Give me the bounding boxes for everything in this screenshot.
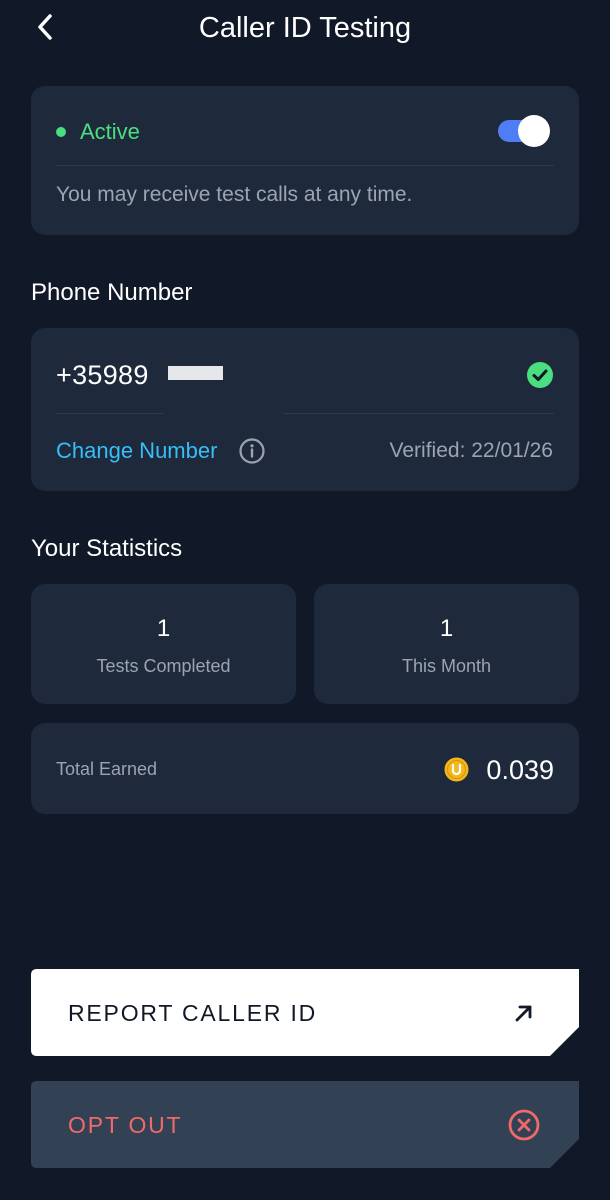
change-number-link[interactable]: Change Number bbox=[56, 437, 217, 465]
info-icon[interactable] bbox=[238, 437, 266, 465]
coin-icon bbox=[444, 757, 469, 782]
total-earned-value: 0.039 bbox=[486, 755, 554, 785]
statistics-section-title: Your Statistics bbox=[31, 535, 183, 562]
verified-date: Verified: 22/01/26 bbox=[389, 439, 553, 462]
opt-out-button[interactable]: OPT OUT bbox=[31, 1081, 579, 1168]
report-caller-id-button[interactable]: REPORT CALLER ID bbox=[31, 969, 579, 1056]
status-card bbox=[31, 86, 579, 235]
phone-card bbox=[31, 328, 579, 491]
stat-card-tests-completed: 1 Tests Completed bbox=[31, 584, 296, 704]
total-earned-label: Total Earned bbox=[56, 759, 158, 779]
redaction-mark bbox=[168, 366, 223, 380]
arrow-up-right-icon bbox=[515, 1005, 532, 1022]
status-indicator-dot bbox=[56, 127, 66, 137]
stat-label: This Month bbox=[401, 656, 492, 676]
phone-section-title: Phone Number bbox=[31, 279, 193, 306]
phone-divider-right bbox=[283, 413, 554, 414]
report-button-label: REPORT CALLER ID bbox=[68, 1000, 318, 1026]
stat-value: 1 bbox=[439, 615, 454, 642]
check-circle-icon bbox=[527, 362, 553, 388]
status-description: You may receive test calls at any time. bbox=[56, 183, 413, 206]
header-bar: Caller ID Testing bbox=[0, 0, 610, 60]
close-circle-icon bbox=[508, 1109, 540, 1141]
status-divider bbox=[56, 165, 554, 166]
stat-value: 1 bbox=[156, 615, 171, 642]
active-toggle[interactable] bbox=[498, 115, 550, 147]
toggle-knob bbox=[518, 115, 550, 147]
total-earned-card: Total Earned 0.039 bbox=[31, 723, 579, 814]
stat-label: Tests Completed bbox=[96, 656, 231, 676]
phone-divider-left bbox=[56, 413, 164, 414]
page-title: Caller ID Testing bbox=[198, 12, 412, 44]
status-label: Active bbox=[80, 119, 140, 144]
opt-out-button-label: OPT OUT bbox=[68, 1112, 183, 1138]
stat-card-this-month: 1 This Month bbox=[314, 584, 579, 704]
phone-number-value: +35989 bbox=[56, 360, 149, 390]
